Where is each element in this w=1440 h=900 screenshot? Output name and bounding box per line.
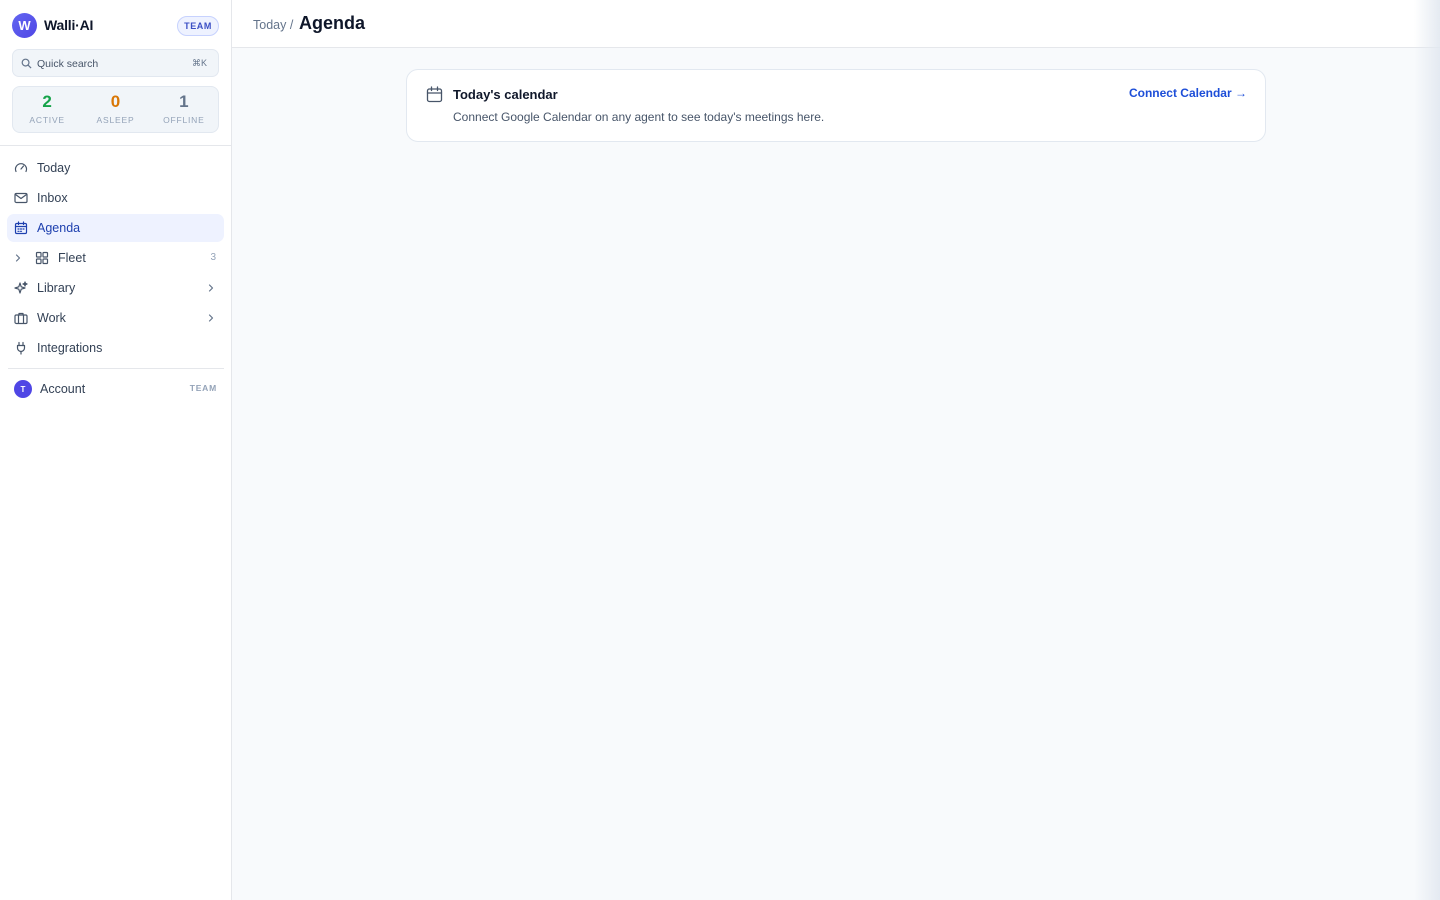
divider <box>8 368 224 369</box>
app-window: W Walli·AI TEAM Quick search ⌘K 2 ACTIVE… <box>0 0 1440 900</box>
stat-asleep[interactable]: 0 ASLEEP <box>81 87 149 132</box>
sidebar-item-label: Inbox <box>37 191 68 205</box>
account-label: Account <box>40 382 86 396</box>
sidebar-nav: Today Inbox Agenda Fleet 3 Library Work … <box>7 154 224 364</box>
stat-asleep-value: 0 <box>110 92 121 111</box>
sidebar-item-label: Integrations <box>37 341 103 355</box>
agent-status-summary: 2 ACTIVE 0 ASLEEP 1 OFFLINE <box>12 86 219 133</box>
sidebar-item-label: Library <box>37 281 76 295</box>
stat-offline[interactable]: 1 OFFLINE <box>150 87 218 132</box>
sidebar-item-today[interactable]: Today <box>7 154 224 182</box>
sidebar: W Walli·AI TEAM Quick search ⌘K 2 ACTIVE… <box>0 0 232 900</box>
briefcase-icon <box>14 312 28 325</box>
connect-calendar-button[interactable]: Connect Calendar → <box>1129 86 1247 100</box>
stat-asleep-label: ASLEEP <box>96 115 135 125</box>
stat-active[interactable]: 2 ACTIVE <box>13 87 81 132</box>
card-description: Connect Google Calendar on any agent to … <box>453 110 825 124</box>
edge-shadow <box>1414 0 1440 900</box>
brand-logo: W <box>12 13 37 38</box>
stat-offline-value: 1 <box>179 92 189 111</box>
stat-active-value: 2 <box>42 92 52 111</box>
sidebar-item-work[interactable]: Work <box>7 304 224 332</box>
search-shortcut: ⌘K <box>191 58 207 68</box>
gauge-icon <box>14 163 28 173</box>
chevron-right-icon <box>208 314 214 322</box>
breadcrumb[interactable]: Today / <box>253 18 293 32</box>
quick-search-input[interactable]: Quick search ⌘K <box>12 49 219 77</box>
topbar: Today / Agenda <box>232 0 1440 48</box>
sidebar-item-fleet[interactable]: Fleet 3 <box>7 244 224 272</box>
calendar-icon <box>426 86 443 103</box>
grid-icon <box>35 251 49 265</box>
brand[interactable]: W Walli·AI TEAM <box>12 13 219 38</box>
account-plan-badge: TEAM <box>189 383 217 393</box>
sidebar-item-library[interactable]: Library <box>7 274 224 302</box>
sidebar-item-integrations[interactable]: Integrations <box>7 334 224 362</box>
avatar: T <box>14 380 32 398</box>
sidebar-item-label: Agenda <box>37 221 81 235</box>
sidebar-item-label: Work <box>37 311 66 325</box>
sidebar-item-label: Today <box>37 161 71 175</box>
sidebar-item-inbox[interactable]: Inbox <box>7 184 224 212</box>
stat-offline-label: OFFLINE <box>163 115 205 125</box>
plan-badge: TEAM <box>177 16 219 36</box>
sparkles-icon <box>14 281 28 294</box>
brand-name: Walli·AI <box>44 17 94 33</box>
plug-icon <box>16 341 26 355</box>
fleet-count-badge: 3 <box>210 252 216 263</box>
stat-active-label: ACTIVE <box>29 115 65 125</box>
calendar-icon <box>14 221 28 235</box>
sidebar-item-agenda[interactable]: Agenda <box>7 214 224 242</box>
search-icon <box>21 58 32 69</box>
mail-icon <box>14 192 28 204</box>
page-title: Agenda <box>299 13 366 33</box>
card-title: Today's calendar <box>453 87 558 102</box>
sidebar-item-label: Fleet <box>58 251 86 265</box>
chevron-right-icon <box>208 284 214 292</box>
chevron-right-icon[interactable] <box>13 252 23 264</box>
account-menu[interactable]: T Account TEAM <box>14 380 218 398</box>
calendar-card: Today's calendar Connect Google Calendar… <box>406 69 1266 142</box>
search-placeholder: Quick search <box>37 58 99 70</box>
divider <box>0 145 232 146</box>
